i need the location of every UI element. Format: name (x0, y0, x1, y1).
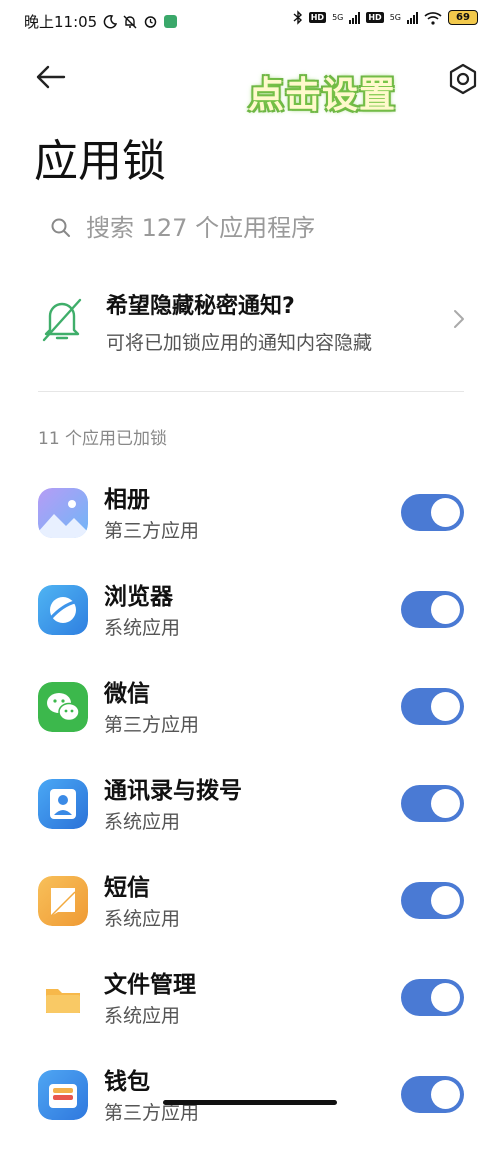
app-row-wechat[interactable]: 微信 第三方应用 (0, 670, 500, 767)
toggle-knob (431, 983, 460, 1012)
moon-icon (103, 14, 118, 28)
toggle-knob (431, 595, 460, 624)
app-notification-icon (164, 15, 178, 28)
contacts-icon (38, 779, 88, 829)
lock-toggle[interactable] (401, 979, 464, 1016)
app-type: 系统应用 (104, 617, 181, 639)
hd-badge-2: HD (366, 12, 384, 23)
home-indicator[interactable] (163, 1100, 337, 1105)
app-row-contacts[interactable]: 通讯录与拨号 系统应用 (0, 767, 500, 864)
browser-icon (38, 585, 88, 635)
status-bar-right: HD 5G HD 5G 69 (293, 10, 478, 25)
app-row-browser[interactable]: 浏览器 系统应用 (0, 573, 500, 670)
lock-toggle[interactable] (401, 494, 464, 531)
network-gen-1: 5G (332, 13, 344, 22)
toggle-knob (431, 789, 460, 818)
app-name: 浏览器 (104, 584, 173, 610)
lock-toggle[interactable] (401, 591, 464, 628)
lock-toggle[interactable] (401, 688, 464, 725)
overlay-annotation: 点击设置 (248, 75, 397, 116)
app-type: 系统应用 (104, 1005, 181, 1027)
app-name: 微信 (104, 681, 150, 707)
app-row-wallet[interactable]: 钱包 第三方应用 (0, 1058, 500, 1155)
muted-bell-icon (42, 298, 82, 342)
app-name: 通讯录与拨号 (104, 778, 242, 804)
wallet-icon (38, 1070, 88, 1120)
app-type: 第三方应用 (104, 714, 200, 736)
lock-toggle[interactable] (401, 882, 464, 919)
status-bar-left: 晚上11:05 (24, 11, 178, 32)
page-title: 应用锁 (34, 136, 166, 187)
notice-title: 希望隐藏秘密通知? (106, 294, 295, 319)
status-bar: 晚上11:05 HD 5G HD 5G 69 (0, 0, 500, 44)
notice-subtitle: 可将已加锁应用的通知内容隐藏 (106, 332, 373, 354)
search-input[interactable] (86, 214, 416, 242)
app-name: 相册 (104, 487, 150, 513)
app-name: 短信 (104, 875, 150, 901)
search-icon (51, 218, 70, 237)
lock-toggle[interactable] (401, 1076, 464, 1113)
gallery-icon (38, 488, 88, 538)
app-type: 第三方应用 (104, 520, 200, 542)
toggle-knob (431, 692, 460, 721)
bluetooth-icon (293, 10, 302, 25)
signal-icon (349, 11, 361, 24)
battery-icon: 69 (448, 10, 478, 25)
app-name: 文件管理 (104, 972, 196, 998)
status-time: 晚上11:05 (24, 13, 98, 31)
wifi-icon (424, 11, 442, 25)
chevron-right-icon (454, 310, 464, 328)
app-row-file-manager[interactable]: 文件管理 系统应用 (0, 961, 500, 1058)
toggle-knob (431, 886, 460, 915)
app-type: 系统应用 (104, 811, 181, 833)
messages-icon (38, 876, 88, 926)
hd-badge-1: HD (308, 12, 327, 23)
hide-notifications-card[interactable]: 希望隐藏秘密通知? 可将已加锁应用的通知内容隐藏 (34, 280, 474, 370)
app-name: 钱包 (104, 1069, 150, 1095)
wechat-icon (38, 682, 88, 732)
app-type: 系统应用 (104, 908, 181, 930)
locked-apps-count: 11 个应用已加锁 (38, 429, 168, 449)
settings-gear-icon[interactable] (446, 62, 480, 96)
divider (38, 391, 464, 392)
mute-bell-icon (123, 15, 137, 28)
back-arrow-icon[interactable] (34, 62, 68, 92)
signal-icon-2 (407, 11, 418, 24)
lock-toggle[interactable] (401, 785, 464, 822)
toggle-knob (431, 498, 460, 527)
file-manager-icon (38, 973, 88, 1023)
app-row-messages[interactable]: 短信 系统应用 (0, 864, 500, 961)
toggle-knob (431, 1080, 460, 1109)
alarm-icon (144, 16, 157, 28)
search-bar[interactable] (50, 214, 416, 242)
app-row-gallery[interactable]: 相册 第三方应用 (0, 476, 500, 573)
network-gen-2: 5G (389, 13, 401, 22)
